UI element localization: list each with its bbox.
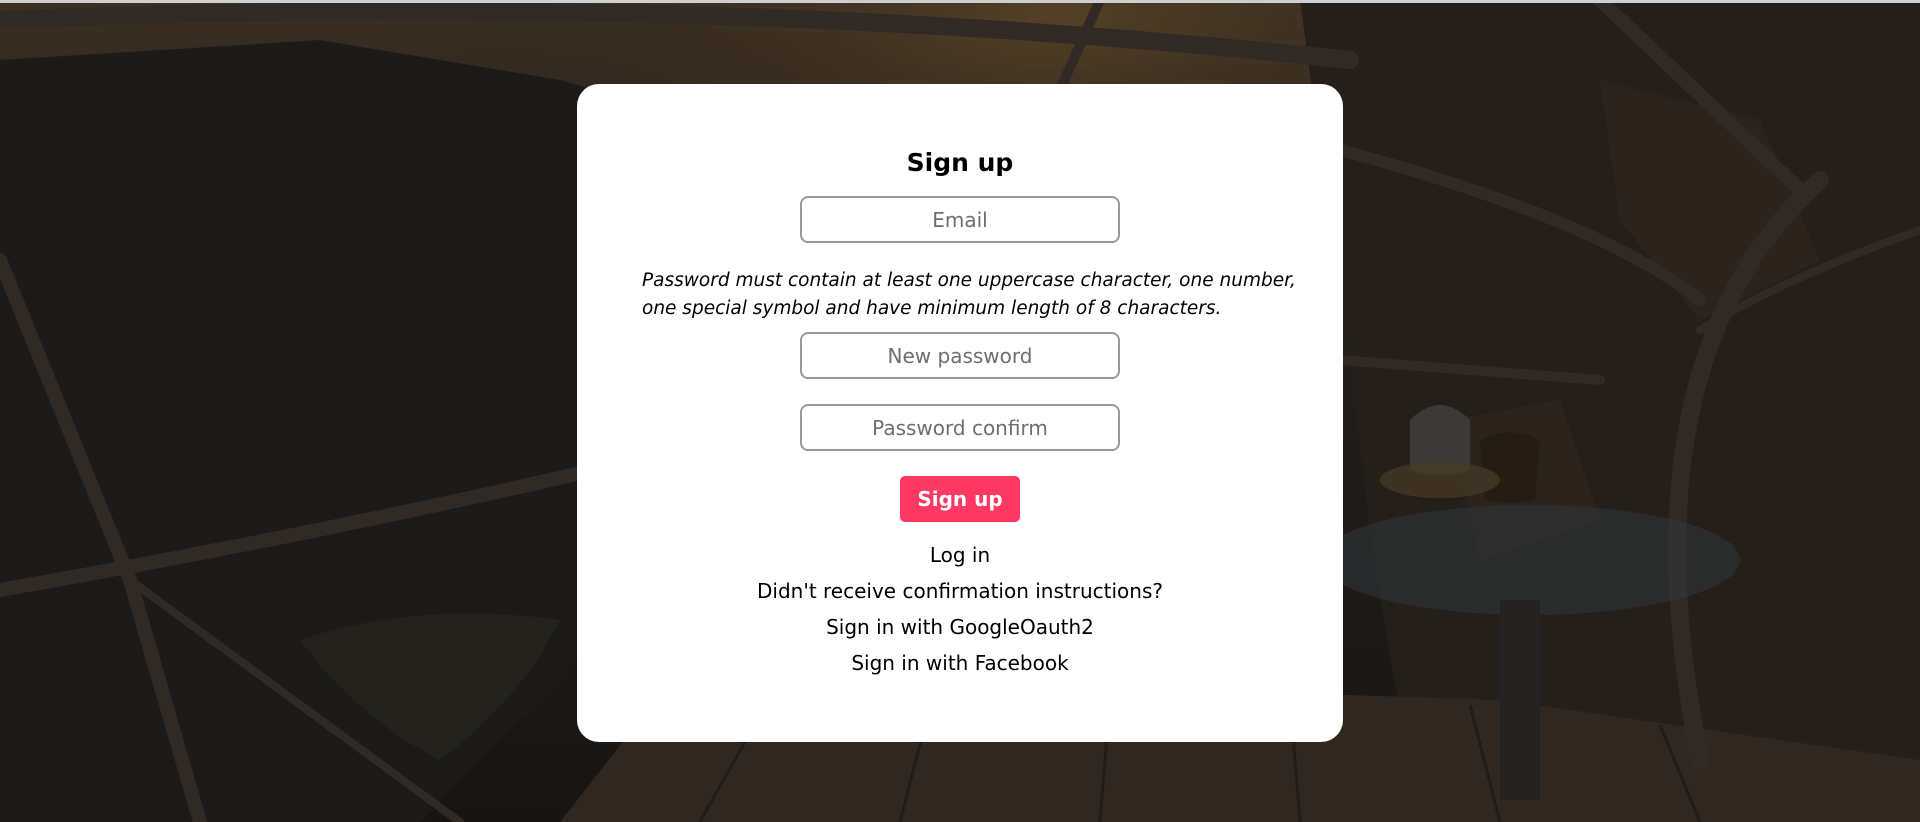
browser-top-strip (0, 0, 1920, 3)
signup-page: Sign up Password must contain at least o… (0, 0, 1920, 822)
email-field[interactable] (800, 196, 1120, 243)
facebook-signin-link[interactable]: Sign in with Facebook (577, 645, 1343, 681)
password-confirm-field[interactable] (800, 404, 1120, 451)
signup-button[interactable]: Sign up (900, 476, 1020, 522)
login-link[interactable]: Log in (577, 537, 1343, 573)
resend-confirmation-link[interactable]: Didn't receive confirmation instructions… (577, 573, 1343, 609)
page-title: Sign up (906, 148, 1014, 177)
google-signin-link[interactable]: Sign in with GoogleOauth2 (577, 609, 1343, 645)
new-password-field[interactable] (800, 332, 1120, 379)
password-requirements-hint: Password must contain at least one upper… (642, 270, 1296, 319)
auth-links: Log in Didn't receive confirmation instr… (577, 537, 1343, 681)
